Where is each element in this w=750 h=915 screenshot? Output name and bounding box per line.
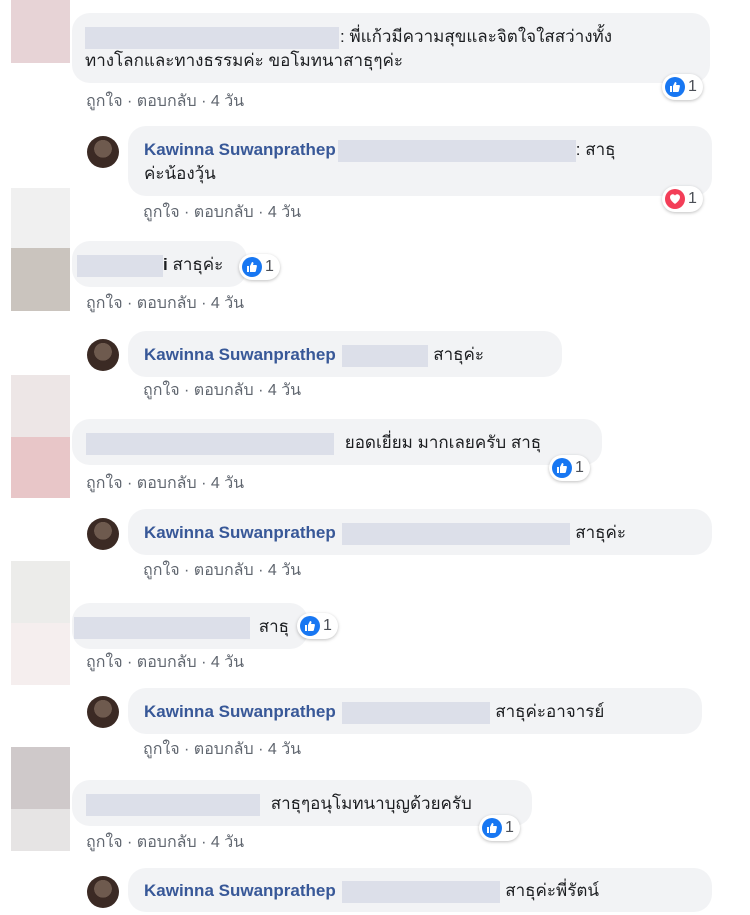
blurred-tag bbox=[342, 701, 491, 724]
comment-bubble: Kawinna Suwanprathep สาธุค่ะพี่รัตน์ bbox=[128, 868, 712, 912]
avatar[interactable] bbox=[11, 188, 70, 248]
comment-text: ยอดเยี่ยม มากเลยครับ สาธุ bbox=[344, 433, 542, 452]
commenter-name[interactable]: Kawinna Suwanprathep bbox=[144, 702, 336, 721]
avatar[interactable] bbox=[11, 747, 70, 809]
like-icon bbox=[665, 77, 685, 97]
comment-text: ทางโลกและทางธรรมค่ะ ขอโมทนาสาธุๆค่ะ bbox=[85, 51, 403, 70]
reply-button[interactable]: ตอบกลับ bbox=[194, 741, 254, 758]
comment-text: : พี่แก้วมีความสุขและจิตใจใสสว่างทั้ง bbox=[340, 27, 613, 46]
reaction-count[interactable]: 1 bbox=[297, 613, 338, 639]
avatar[interactable] bbox=[11, 561, 70, 623]
timestamp[interactable]: 4 วัน bbox=[268, 741, 301, 758]
like-button[interactable]: ถูกใจ bbox=[143, 562, 180, 579]
comment-actions: ถูกใจ · ตอบกลับ · 4 วัน bbox=[86, 654, 245, 671]
like-icon bbox=[552, 458, 572, 478]
avatar[interactable] bbox=[11, 248, 70, 311]
timestamp[interactable]: 4 วัน bbox=[268, 204, 301, 221]
reply-button[interactable]: ตอบกลับ bbox=[137, 93, 197, 110]
comment-actions: ถูกใจ · ตอบกลับ · 4 วัน bbox=[143, 562, 302, 579]
comment-actions: ถูกใจ · ตอบกลับ · 4 วัน bbox=[86, 834, 245, 851]
avatar[interactable] bbox=[11, 623, 70, 685]
comment-text: สาธุๆอนุโมทนาบุญด้วยครับ bbox=[270, 794, 472, 813]
timestamp[interactable]: 4 วัน bbox=[211, 475, 244, 492]
comment-bubble: : พี่แก้วมีความสุขและจิตใจใสสว่างทั้ง ทา… bbox=[72, 13, 710, 83]
comment-text: สาธุ bbox=[585, 140, 616, 159]
like-icon bbox=[482, 818, 502, 838]
avatar[interactable] bbox=[87, 339, 119, 371]
blurred-tag bbox=[337, 139, 576, 162]
comment-actions: ถูกใจ · ตอบกลับ · 4 วัน bbox=[143, 741, 302, 758]
like-button[interactable]: ถูกใจ bbox=[86, 295, 123, 312]
comment-actions: ถูกใจ · ตอบกลับ · 4 วัน bbox=[86, 295, 245, 312]
timestamp[interactable]: 4 วัน bbox=[211, 654, 244, 671]
comment-bubble: Kawinna Suwanprathep สาธุค่ะอาจารย์ bbox=[128, 688, 702, 734]
comment-actions: ถูกใจ · ตอบกลับ · 4 วัน bbox=[86, 93, 245, 110]
reaction-count[interactable]: 1 bbox=[662, 74, 703, 100]
comment-actions: ถูกใจ · ตอบกลับ · 4 วัน bbox=[143, 204, 302, 221]
avatar[interactable] bbox=[87, 136, 119, 168]
reaction-count[interactable]: 1 bbox=[479, 815, 520, 841]
reply-button[interactable]: ตอบกลับ bbox=[137, 475, 197, 492]
comment-text: สาธุค่ะ bbox=[433, 345, 485, 364]
avatar[interactable] bbox=[87, 518, 119, 550]
comment-text: สาธุค่ะพี่รัตน์ bbox=[505, 881, 600, 900]
avatar[interactable] bbox=[11, 437, 70, 498]
commenter-name[interactable]: Kawinna Suwanprathep bbox=[144, 523, 336, 542]
comment-bubble: Kawinna Suwanprathep สาธุค่ะ bbox=[128, 509, 712, 555]
like-icon bbox=[242, 257, 262, 277]
comment-actions: ถูกใจ · ตอบกลับ · 4 วัน bbox=[143, 382, 302, 399]
blurred-name bbox=[86, 793, 260, 816]
blurred-name bbox=[77, 254, 163, 277]
blurred-name bbox=[86, 432, 334, 455]
comment-bubble: ยอดเยี่ยม มากเลยครับ สาธุ bbox=[72, 419, 602, 465]
reply-button[interactable]: ตอบกลับ bbox=[137, 834, 197, 851]
comment-text: สาธุค่ะ bbox=[575, 523, 627, 542]
comment-bubble: Kawinna Suwanprathep สาธุค่ะ bbox=[128, 331, 562, 377]
comment-text: สาธุค่ะ bbox=[172, 255, 224, 274]
avatar[interactable] bbox=[87, 876, 119, 908]
like-button[interactable]: ถูกใจ bbox=[143, 741, 180, 758]
comment-actions: ถูกใจ · ตอบกลับ · 4 วัน bbox=[86, 475, 245, 492]
reaction-count[interactable]: 1 bbox=[662, 186, 703, 212]
blurred-tag bbox=[342, 880, 501, 903]
avatar[interactable] bbox=[11, 809, 70, 851]
like-button[interactable]: ถูกใจ bbox=[86, 834, 123, 851]
comment-bubble: Kawinna Suwanprathep: สาธุ ค่ะน้องวุ้น bbox=[128, 126, 712, 196]
commenter-name[interactable]: Kawinna Suwanprathep bbox=[144, 881, 336, 900]
timestamp[interactable]: 4 วัน bbox=[211, 93, 244, 110]
like-button[interactable]: ถูกใจ bbox=[143, 204, 180, 221]
heart-icon bbox=[665, 189, 685, 209]
reply-button[interactable]: ตอบกลับ bbox=[194, 562, 254, 579]
comment-bubble: สาธุๆอนุโมทนาบุญด้วยครับ bbox=[72, 780, 532, 826]
comment-bubble: สาธุ bbox=[72, 603, 308, 649]
avatar[interactable] bbox=[11, 0, 70, 63]
like-icon bbox=[300, 616, 320, 636]
avatar[interactable] bbox=[11, 375, 70, 437]
blurred-tag bbox=[342, 522, 571, 545]
like-button[interactable]: ถูกใจ bbox=[143, 382, 180, 399]
commenter-name[interactable]: Kawinna Suwanprathep bbox=[144, 140, 336, 159]
avatar[interactable] bbox=[87, 696, 119, 728]
comment-text: ค่ะน้องวุ้น bbox=[144, 164, 216, 183]
timestamp[interactable]: 4 วัน bbox=[268, 382, 301, 399]
timestamp[interactable]: 4 วัน bbox=[268, 562, 301, 579]
reply-button[interactable]: ตอบกลับ bbox=[194, 382, 254, 399]
comment-text: สาธุ bbox=[258, 617, 290, 636]
reply-button[interactable]: ตอบกลับ bbox=[137, 295, 197, 312]
comment-text: สาธุค่ะอาจารย์ bbox=[495, 702, 605, 721]
comment-bubble: i สาธุค่ะ bbox=[72, 241, 247, 287]
reaction-count[interactable]: 1 bbox=[239, 254, 280, 280]
reaction-count[interactable]: 1 bbox=[549, 455, 590, 481]
blurred-tag bbox=[342, 344, 429, 367]
commenter-name[interactable]: Kawinna Suwanprathep bbox=[144, 345, 336, 364]
like-button[interactable]: ถูกใจ bbox=[86, 93, 123, 110]
reply-button[interactable]: ตอบกลับ bbox=[137, 654, 197, 671]
reply-button[interactable]: ตอบกลับ bbox=[194, 204, 254, 221]
like-button[interactable]: ถูกใจ bbox=[86, 654, 123, 671]
timestamp[interactable]: 4 วัน bbox=[211, 834, 244, 851]
timestamp[interactable]: 4 วัน bbox=[211, 295, 244, 312]
like-button[interactable]: ถูกใจ bbox=[86, 475, 123, 492]
blurred-name bbox=[74, 616, 250, 639]
blurred-name bbox=[85, 26, 339, 49]
